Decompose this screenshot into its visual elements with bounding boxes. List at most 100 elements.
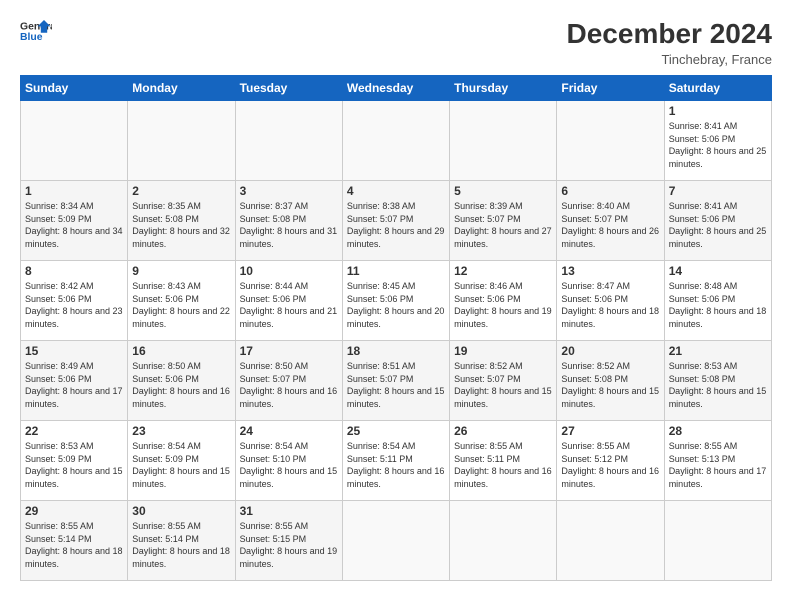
table-row [557,101,664,181]
table-row [664,501,771,581]
title-area: December 2024 Tinchebray, France [567,18,772,67]
table-row [557,501,664,581]
table-row: 1 Sunrise: 8:41 AMSunset: 5:06 PMDaylight… [664,101,771,181]
day-number: 18 [347,344,445,358]
table-row: 11 Sunrise: 8:45 AMSunset: 5:06 PMDayligh… [342,261,449,341]
day-content: Sunrise: 8:47 AMSunset: 5:06 PMDaylight:… [561,280,659,330]
table-row: 21Sunrise: 8:53 AMSunset: 5:08 PMDayligh… [664,341,771,421]
table-row: 25Sunrise: 8:54 AMSunset: 5:11 PMDayligh… [342,421,449,501]
header-row: Sunday Monday Tuesday Wednesday Thursday… [21,76,772,101]
day-content: Sunrise: 8:42 AMSunset: 5:06 PMDaylight:… [25,280,123,330]
day-number: 29 [25,504,123,518]
table-row: 5 Sunrise: 8:39 AMSunset: 5:07 PMDaylight… [450,181,557,261]
table-row [450,501,557,581]
day-content: Sunrise: 8:54 AMSunset: 5:10 PMDaylight:… [240,440,338,490]
day-content: Sunrise: 8:37 AMSunset: 5:08 PMDaylight:… [240,200,338,250]
svg-text:Blue: Blue [20,32,43,43]
day-number: 14 [669,264,767,278]
day-content: Sunrise: 8:41 AMSunset: 5:06 PMDaylight:… [669,120,767,170]
table-row: 9Sunrise: 8:43 AMSunset: 5:06 PMDaylight… [128,261,235,341]
table-row: 14 Sunrise: 8:48 AMSunset: 5:06 PMDayligh… [664,261,771,341]
col-tuesday: Tuesday [235,76,342,101]
day-number: 7 [669,184,767,198]
table-row [342,501,449,581]
calendar-row: 1 Sunrise: 8:34 AMSunset: 5:09 PMDaylight… [21,181,772,261]
calendar-row: 29 Sunrise: 8:55 AMSunset: 5:14 PMDayligh… [21,501,772,581]
day-number: 11 [347,264,445,278]
day-content: Sunrise: 8:55 AMSunset: 5:12 PMDaylight:… [561,440,659,490]
day-content: Sunrise: 8:52 AMSunset: 5:08 PMDaylight:… [561,360,659,410]
logo: General Blue [20,18,52,46]
day-content: Sunrise: 8:54 AMSunset: 5:11 PMDaylight:… [347,440,445,490]
day-content: Sunrise: 8:38 AMSunset: 5:07 PMDaylight:… [347,200,445,250]
day-content: Sunrise: 8:53 AMSunset: 5:09 PMDaylight:… [25,440,123,490]
day-content: Sunrise: 8:40 AMSunset: 5:07 PMDaylight:… [561,200,659,250]
day-content: Sunrise: 8:34 AMSunset: 5:09 PMDaylight:… [25,200,123,250]
table-row: 28 Sunrise: 8:55 AMSunset: 5:13 PMDayligh… [664,421,771,501]
day-number: 31 [240,504,338,518]
day-content: Sunrise: 8:49 AMSunset: 5:06 PMDaylight:… [25,360,123,410]
table-row: 15 Sunrise: 8:49 AMSunset: 5:06 PMDayligh… [21,341,128,421]
col-monday: Monday [128,76,235,101]
table-row: 10Sunrise: 8:44 AMSunset: 5:06 PMDayligh… [235,261,342,341]
day-number: 22 [25,424,123,438]
day-content: Sunrise: 8:55 AMSunset: 5:11 PMDaylight:… [454,440,552,490]
day-content: Sunrise: 8:50 AMSunset: 5:07 PMDaylight:… [240,360,338,410]
day-number: 1 [25,184,123,198]
table-row: 7Sunrise: 8:41 AMSunset: 5:06 PMDaylight… [664,181,771,261]
table-row: 16Sunrise: 8:50 AMSunset: 5:06 PMDayligh… [128,341,235,421]
day-number: 1 [669,104,767,118]
table-row: 13 Sunrise: 8:47 AMSunset: 5:06 PMDayligh… [557,261,664,341]
day-number: 13 [561,264,659,278]
day-number: 27 [561,424,659,438]
day-number: 15 [25,344,123,358]
day-content: Sunrise: 8:52 AMSunset: 5:07 PMDaylight:… [454,360,552,410]
day-number: 17 [240,344,338,358]
month-title: December 2024 [567,18,772,50]
day-number: 6 [561,184,659,198]
table-row: 4Sunrise: 8:38 AMSunset: 5:07 PMDaylight… [342,181,449,261]
table-row: 26Sunrise: 8:55 AMSunset: 5:11 PMDayligh… [450,421,557,501]
day-content: Sunrise: 8:51 AMSunset: 5:07 PMDaylight:… [347,360,445,410]
day-number: 24 [240,424,338,438]
day-content: Sunrise: 8:35 AMSunset: 5:08 PMDaylight:… [132,200,230,250]
day-number: 8 [25,264,123,278]
day-content: Sunrise: 8:45 AMSunset: 5:06 PMDaylight:… [347,280,445,330]
calendar-row: 8 Sunrise: 8:42 AMSunset: 5:06 PMDaylight… [21,261,772,341]
table-row: 12Sunrise: 8:46 AMSunset: 5:06 PMDayligh… [450,261,557,341]
day-content: Sunrise: 8:44 AMSunset: 5:06 PMDaylight:… [240,280,338,330]
day-content: Sunrise: 8:53 AMSunset: 5:08 PMDaylight:… [669,360,767,410]
table-row: 2 Sunrise: 8:35 AMSunset: 5:08 PMDaylight… [128,181,235,261]
day-number: 19 [454,344,552,358]
day-content: Sunrise: 8:48 AMSunset: 5:06 PMDaylight:… [669,280,767,330]
table-row [128,101,235,181]
table-row: 24 Sunrise: 8:54 AMSunset: 5:10 PMDayligh… [235,421,342,501]
table-row: 3Sunrise: 8:37 AMSunset: 5:08 PMDaylight… [235,181,342,261]
day-content: Sunrise: 8:39 AMSunset: 5:07 PMDaylight:… [454,200,552,250]
day-content: Sunrise: 8:55 AMSunset: 5:14 PMDaylight:… [132,520,230,570]
col-sunday: Sunday [21,76,128,101]
day-number: 2 [132,184,230,198]
day-number: 12 [454,264,552,278]
day-content: Sunrise: 8:43 AMSunset: 5:06 PMDaylight:… [132,280,230,330]
table-row: 30Sunrise: 8:55 AMSunset: 5:14 PMDayligh… [128,501,235,581]
day-number: 28 [669,424,767,438]
table-row: 20 Sunrise: 8:52 AMSunset: 5:08 PMDayligh… [557,341,664,421]
table-row [342,101,449,181]
day-number: 20 [561,344,659,358]
calendar-page: General Blue December 2024 Tinchebray, F… [0,0,792,612]
table-row: 27 Sunrise: 8:55 AMSunset: 5:12 PMDayligh… [557,421,664,501]
table-row: 19 Sunrise: 8:52 AMSunset: 5:07 PMDayligh… [450,341,557,421]
day-content: Sunrise: 8:55 AMSunset: 5:13 PMDaylight:… [669,440,767,490]
col-saturday: Saturday [664,76,771,101]
table-row: 17 Sunrise: 8:50 AMSunset: 5:07 PMDayligh… [235,341,342,421]
day-number: 23 [132,424,230,438]
calendar-table: Sunday Monday Tuesday Wednesday Thursday… [20,75,772,581]
calendar-row: 1 Sunrise: 8:41 AMSunset: 5:06 PMDaylight… [21,101,772,181]
table-row: 18 Sunrise: 8:51 AMSunset: 5:07 PMDayligh… [342,341,449,421]
logo-icon: General Blue [20,18,52,46]
table-row: 1 Sunrise: 8:34 AMSunset: 5:09 PMDaylight… [21,181,128,261]
day-number: 5 [454,184,552,198]
col-friday: Friday [557,76,664,101]
table-row: 8 Sunrise: 8:42 AMSunset: 5:06 PMDaylight… [21,261,128,341]
